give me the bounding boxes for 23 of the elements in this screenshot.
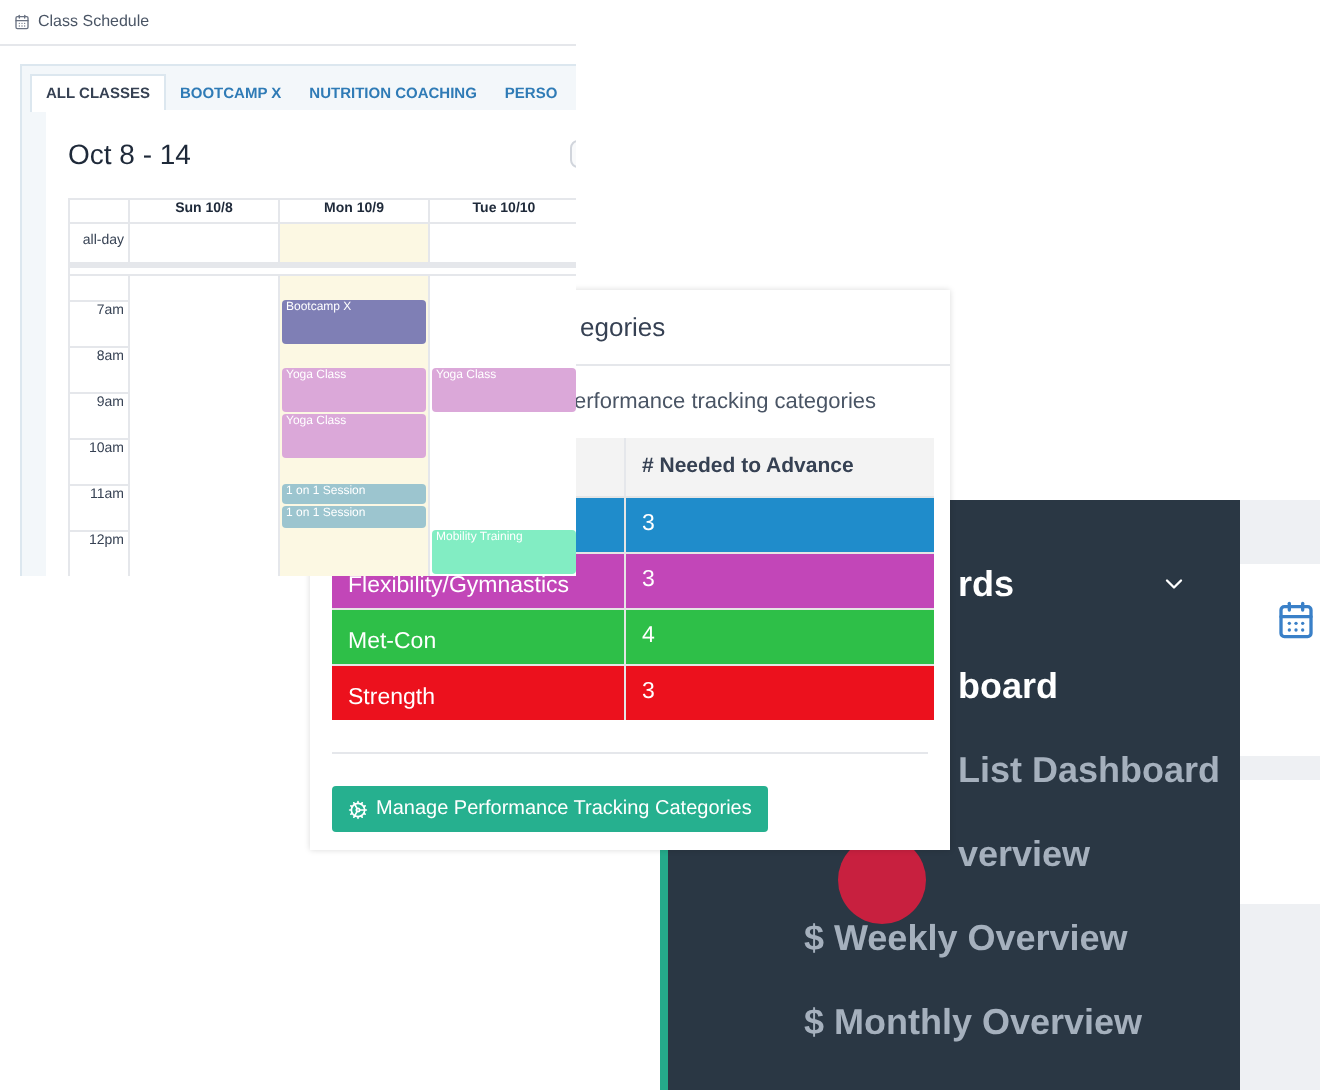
category-name: Met-Con bbox=[348, 632, 437, 655]
needed-count: 4 bbox=[642, 621, 655, 652]
needed-count: 3 bbox=[642, 565, 655, 596]
calendar-icon bbox=[14, 14, 30, 30]
gear-icon bbox=[348, 799, 368, 819]
menu-item[interactable]: verview bbox=[958, 827, 1091, 881]
window-title: Class Schedule bbox=[38, 10, 150, 34]
panel-heading: egories bbox=[580, 309, 666, 346]
menu-item[interactable]: List Dashboard bbox=[958, 743, 1221, 797]
menu-item[interactable]: board bbox=[958, 659, 1059, 713]
menu-item[interactable]: $ Weekly Overview bbox=[804, 911, 1128, 965]
menu-section-title[interactable]: rds bbox=[958, 557, 1015, 611]
needed-count: 3 bbox=[642, 677, 655, 708]
category-name: Strength bbox=[348, 688, 435, 711]
content-card bbox=[1240, 780, 1320, 904]
date-range: Oct 8 - 14 bbox=[68, 135, 191, 173]
calendar-icon bbox=[1276, 600, 1316, 640]
category-name: Flexibility/Gymnastics bbox=[348, 576, 570, 599]
needed-count: 3 bbox=[642, 509, 655, 540]
column-header: # Needed to Advance bbox=[642, 451, 854, 482]
menu-item[interactable]: $ Monthly Overview bbox=[804, 995, 1143, 1049]
manage-categories-button[interactable]: Manage Performance Tracking Categories bbox=[332, 786, 768, 832]
panel-description: erformance tracking categories bbox=[574, 387, 877, 418]
